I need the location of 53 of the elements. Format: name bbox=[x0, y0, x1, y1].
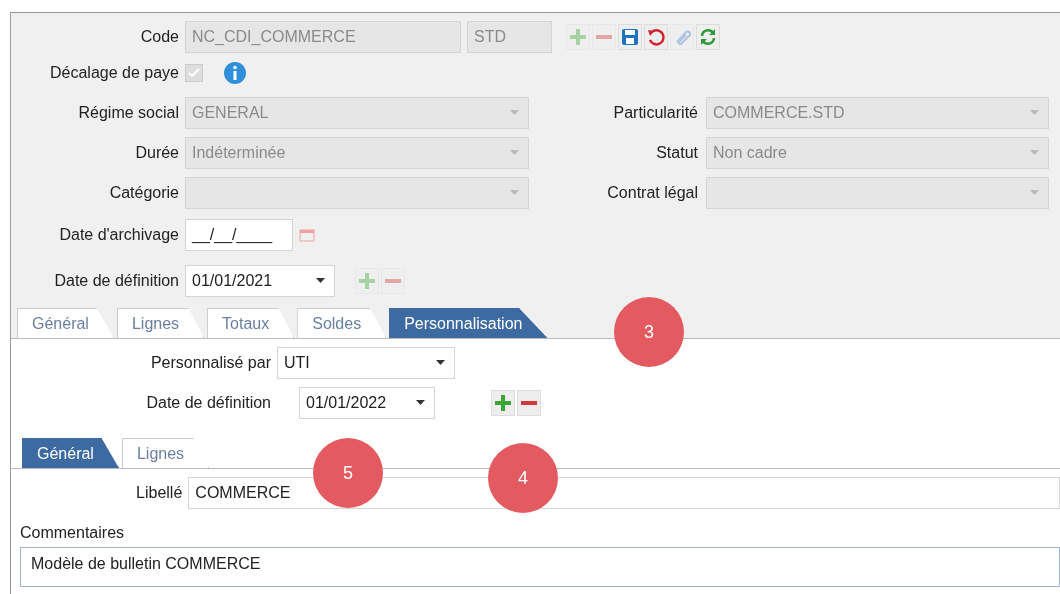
refresh-icon bbox=[698, 27, 718, 47]
minus-icon bbox=[385, 279, 401, 283]
remove-button[interactable] bbox=[517, 390, 541, 416]
caret-icon bbox=[1030, 150, 1039, 155]
plus-icon bbox=[493, 393, 513, 413]
tab[interactable]: Totaux bbox=[207, 308, 295, 338]
caret-icon bbox=[510, 190, 519, 195]
caret-icon bbox=[1030, 190, 1039, 195]
field-label: Particularité bbox=[612, 103, 698, 123]
tab[interactable]: Personnalisation bbox=[389, 308, 548, 338]
caret-icon bbox=[1030, 110, 1039, 115]
minus-icon bbox=[596, 35, 612, 39]
add-button[interactable] bbox=[491, 390, 515, 416]
date-dropdown[interactable]: 01/01/2021 bbox=[185, 265, 335, 297]
caret-icon bbox=[416, 400, 425, 405]
caret-icon bbox=[510, 150, 519, 155]
field-label: Date d'archivage bbox=[58, 225, 179, 245]
field-label: Durée bbox=[134, 143, 179, 163]
calendar-icon bbox=[299, 228, 315, 242]
minus-icon bbox=[521, 401, 537, 405]
date-field[interactable]: __/__/____ bbox=[185, 219, 293, 251]
field-label: Décalage de paye bbox=[49, 63, 179, 83]
comment-field[interactable]: Modèle de bulletin COMMERCE bbox=[20, 547, 1060, 587]
caret-icon bbox=[316, 278, 325, 283]
field-label: Libellé bbox=[135, 483, 183, 503]
caret-icon bbox=[436, 360, 445, 365]
field-label: Date de définition bbox=[53, 271, 179, 291]
tab[interactable]: Lignes bbox=[116, 308, 205, 338]
code-field[interactable]: NC_CDI_COMMERCE bbox=[185, 21, 461, 53]
field-label: Catégorie bbox=[108, 183, 179, 203]
date-dropdown[interactable]: 01/01/2022 bbox=[299, 387, 435, 419]
field-label: Personnalisé par bbox=[149, 353, 271, 373]
undo-button[interactable] bbox=[644, 24, 668, 50]
field-label: Date de définition bbox=[145, 393, 271, 413]
tab[interactable]: Général bbox=[22, 438, 119, 468]
tab[interactable]: Lignes bbox=[121, 438, 210, 468]
field-label: Code bbox=[139, 27, 179, 47]
save-button[interactable] bbox=[618, 24, 642, 50]
tab[interactable]: Soldes bbox=[297, 308, 387, 338]
tab[interactable]: Général bbox=[17, 308, 114, 338]
field-label: Statut bbox=[655, 143, 698, 163]
field-label: Commentaires bbox=[20, 523, 126, 543]
variant-field[interactable]: STD bbox=[467, 21, 552, 53]
dropdown[interactable]: UTI bbox=[277, 347, 455, 379]
floppy-icon bbox=[620, 27, 640, 47]
undo-icon bbox=[646, 27, 666, 47]
refresh-button[interactable] bbox=[696, 24, 720, 50]
field-label: Contrat légal bbox=[606, 183, 698, 203]
caret-icon bbox=[510, 110, 519, 115]
plus-icon bbox=[357, 271, 377, 291]
info-icon bbox=[223, 61, 247, 85]
field-label: Régime social bbox=[77, 103, 179, 123]
plus-icon bbox=[568, 27, 588, 47]
